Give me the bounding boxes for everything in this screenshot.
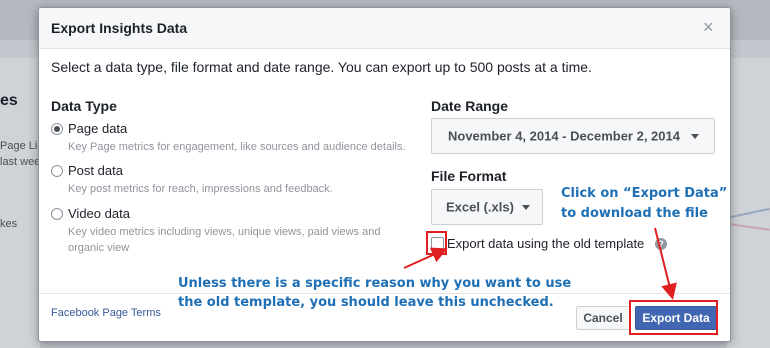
template-annotation-line-2: the old template, you should leave this … [178,295,554,310]
export-annotation-line-2: to download the file [561,206,708,221]
export-annotation-line-1: Click on “Export Data” [561,186,728,201]
arrow-to-export-button [654,227,677,300]
template-annotation-line-1: Unless there is a specific reason why yo… [178,276,572,291]
arrow-to-checkbox [403,247,448,269]
